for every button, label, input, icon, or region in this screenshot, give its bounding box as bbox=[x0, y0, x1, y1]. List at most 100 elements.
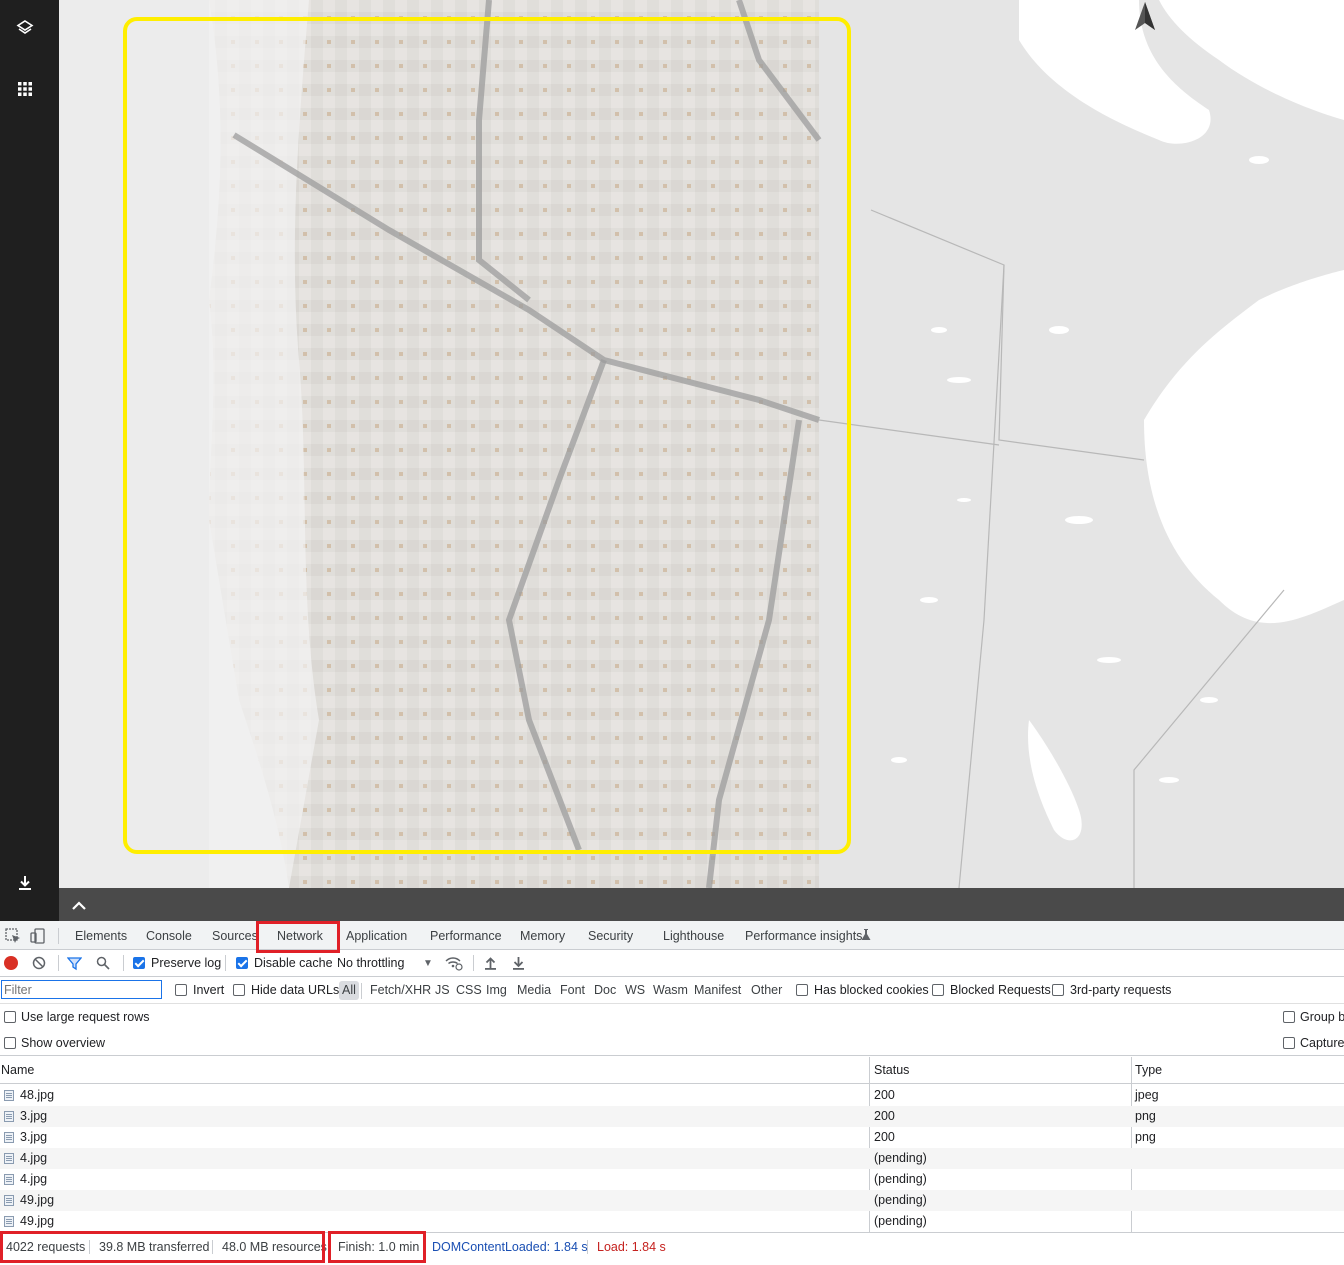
request-type: png bbox=[1135, 1109, 1156, 1123]
clear-icon[interactable] bbox=[32, 956, 46, 970]
group-by-frame-checkbox[interactable] bbox=[1283, 1011, 1295, 1023]
column-type-header[interactable]: Type bbox=[1135, 1057, 1162, 1084]
export-har-icon[interactable] bbox=[512, 956, 525, 970]
hide-data-urls-checkbox[interactable] bbox=[233, 984, 245, 996]
inspect-element-icon[interactable] bbox=[4, 927, 22, 945]
column-status-header[interactable]: Status bbox=[874, 1057, 909, 1084]
separator bbox=[58, 955, 59, 971]
request-status: 200 bbox=[874, 1109, 895, 1123]
separator bbox=[473, 955, 474, 971]
summary-highlight bbox=[0, 1231, 325, 1263]
hide-data-urls-label: Hide data URLs bbox=[251, 983, 340, 997]
record-icon[interactable] bbox=[4, 956, 18, 970]
request-status: 200 bbox=[874, 1088, 895, 1102]
third-party-requests-label: 3rd-party requests bbox=[1070, 983, 1172, 997]
show-overview-checkbox[interactable] bbox=[4, 1037, 16, 1049]
tab-performance[interactable]: Performance bbox=[430, 921, 502, 950]
tab-sources[interactable]: Sources bbox=[212, 921, 258, 950]
layers-button[interactable] bbox=[10, 13, 40, 43]
request-name: 3.jpg bbox=[20, 1109, 48, 1123]
request-status: (pending) bbox=[874, 1172, 927, 1186]
request-table-body: 48.jpg 200 jpeg 3.jpg 200 png 3.jpg 200 … bbox=[0, 1085, 1344, 1232]
tab-application[interactable]: Application bbox=[346, 921, 407, 950]
large-request-rows-checkbox[interactable] bbox=[4, 1011, 16, 1023]
separator bbox=[361, 983, 362, 999]
tab-console[interactable]: Console bbox=[146, 921, 192, 950]
filter-bar: Invert Hide data URLs All Fetch/XHR JS C… bbox=[0, 977, 1344, 1004]
collapse-panel-button[interactable] bbox=[69, 895, 89, 915]
throttling-select[interactable]: No throttling bbox=[337, 950, 404, 977]
document-icon bbox=[4, 1195, 14, 1206]
options-row: Show overview Capture bbox=[0, 1030, 1344, 1056]
network-toolbar: Preserve log Disable cache No throttling… bbox=[0, 950, 1344, 977]
device-toggle-icon[interactable] bbox=[29, 927, 47, 945]
import-har-icon[interactable] bbox=[484, 956, 497, 970]
options-row: Use large request rows Group b bbox=[0, 1004, 1344, 1030]
search-icon[interactable] bbox=[96, 956, 110, 970]
table-row[interactable]: 48.jpg 200 jpeg bbox=[0, 1085, 1344, 1106]
request-status: (pending) bbox=[874, 1151, 927, 1165]
filter-type-font[interactable]: Font bbox=[560, 977, 585, 1004]
table-row[interactable]: 4.jpg (pending) bbox=[0, 1169, 1344, 1190]
finish-highlight bbox=[328, 1231, 426, 1263]
filter-type-img[interactable]: Img bbox=[486, 977, 507, 1004]
left-toolbar bbox=[0, 0, 59, 921]
preserve-log-label: Preserve log bbox=[151, 956, 222, 970]
disable-cache-checkbox[interactable] bbox=[236, 957, 248, 969]
table-row[interactable]: 49.jpg (pending) bbox=[0, 1211, 1344, 1232]
filter-type-media[interactable]: Media bbox=[517, 977, 551, 1004]
column-name-header[interactable]: Name bbox=[1, 1057, 34, 1084]
blocked-requests-checkbox[interactable] bbox=[932, 984, 944, 996]
document-icon bbox=[4, 1153, 14, 1164]
disable-cache-label: Disable cache bbox=[254, 956, 333, 970]
apps-button[interactable] bbox=[10, 74, 40, 104]
tab-memory[interactable]: Memory bbox=[520, 921, 565, 950]
map-canvas[interactable] bbox=[59, 0, 1344, 888]
tab-security[interactable]: Security bbox=[588, 921, 633, 950]
has-blocked-cookies-checkbox[interactable] bbox=[796, 984, 808, 996]
devtools-tabbar: Elements Console Sources Network Applica… bbox=[0, 921, 1344, 953]
filter-type-doc[interactable]: Doc bbox=[594, 977, 616, 1004]
table-row[interactable]: 3.jpg 200 png bbox=[0, 1106, 1344, 1127]
preserve-log-checkbox[interactable] bbox=[133, 957, 145, 969]
request-name: 3.jpg bbox=[20, 1130, 48, 1144]
tab-performance-insights[interactable]: Performance insights bbox=[745, 921, 862, 950]
filter-type-js[interactable]: JS bbox=[435, 977, 450, 1004]
network-conditions-icon[interactable] bbox=[445, 955, 463, 971]
separator bbox=[225, 955, 226, 971]
layers-icon bbox=[16, 20, 34, 34]
download-icon bbox=[19, 876, 31, 890]
table-row[interactable]: 4.jpg (pending) bbox=[0, 1148, 1344, 1169]
filter-type-other[interactable]: Other bbox=[751, 977, 782, 1004]
table-row[interactable]: 49.jpg (pending) bbox=[0, 1190, 1344, 1211]
devtools-panel: Elements Console Sources Network Applica… bbox=[0, 921, 1344, 1265]
network-summary-bar: 4022 requests 39.8 MB transferred 48.0 M… bbox=[0, 1231, 1344, 1263]
filter-type-manifest[interactable]: Manifest bbox=[694, 977, 741, 1004]
capture-screenshots-label: Capture bbox=[1300, 1036, 1344, 1050]
invert-checkbox[interactable] bbox=[175, 984, 187, 996]
document-icon bbox=[4, 1174, 14, 1185]
filter-type-css[interactable]: CSS bbox=[456, 977, 482, 1004]
blocked-requests-label: Blocked Requests bbox=[950, 983, 1051, 997]
tab-elements[interactable]: Elements bbox=[75, 921, 127, 950]
request-name: 4.jpg bbox=[20, 1151, 48, 1165]
separator bbox=[123, 955, 124, 971]
filter-type-all[interactable]: All bbox=[339, 981, 359, 1000]
capture-screenshots-checkbox[interactable] bbox=[1283, 1037, 1295, 1049]
filter-type-ws[interactable]: WS bbox=[625, 977, 645, 1004]
filter-type-wasm[interactable]: Wasm bbox=[653, 977, 688, 1004]
chevron-up-icon bbox=[72, 901, 86, 910]
large-request-rows-label: Use large request rows bbox=[21, 1010, 150, 1024]
filter-icon[interactable] bbox=[67, 956, 82, 971]
filter-type-fetch-xhr[interactable]: Fetch/XHR bbox=[370, 977, 431, 1004]
dropdown-arrow-icon: ▼ bbox=[423, 958, 433, 969]
third-party-requests-checkbox[interactable] bbox=[1052, 984, 1064, 996]
document-icon bbox=[4, 1216, 14, 1227]
request-name: 48.jpg bbox=[20, 1088, 55, 1102]
filter-input[interactable] bbox=[1, 980, 162, 999]
dom-content-loaded-time: DOMContentLoaded: 1.84 s bbox=[432, 1240, 588, 1254]
tab-lighthouse[interactable]: Lighthouse bbox=[663, 921, 724, 950]
table-row[interactable]: 3.jpg 200 png bbox=[0, 1127, 1344, 1148]
request-status: 200 bbox=[874, 1130, 895, 1144]
download-button[interactable] bbox=[10, 868, 40, 898]
